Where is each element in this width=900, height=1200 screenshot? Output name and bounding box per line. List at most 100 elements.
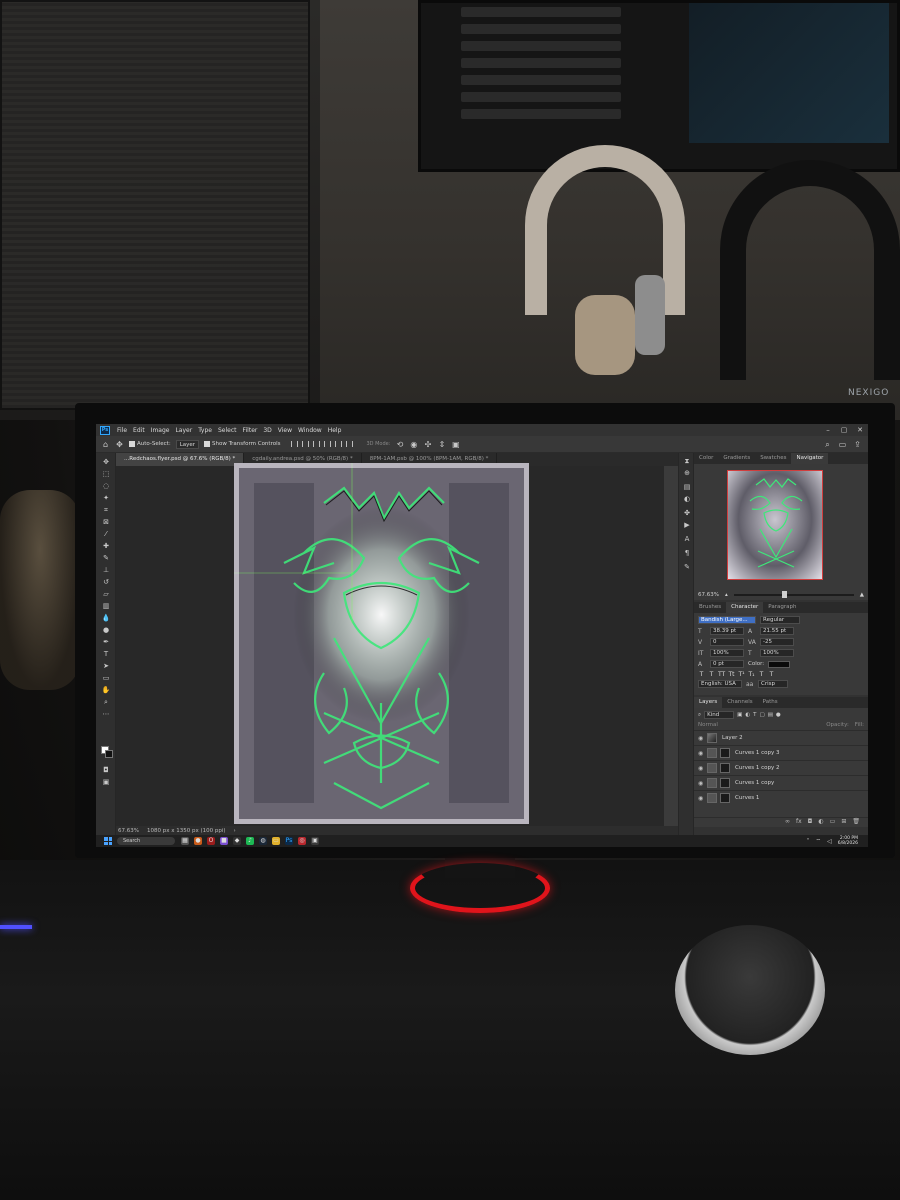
- blur-tool-icon[interactable]: 💧: [100, 613, 112, 623]
- filter-toggle-icon[interactable]: ●: [776, 712, 781, 718]
- language-field[interactable]: English: USA: [698, 680, 742, 688]
- align-left-icon[interactable]: [291, 441, 299, 447]
- delete-layer-icon[interactable]: 🗑: [852, 818, 860, 827]
- taskbar-search[interactable]: Search: [117, 837, 175, 845]
- blend-mode-dropdown[interactable]: Normal: [698, 722, 718, 728]
- menu-file[interactable]: File: [114, 427, 130, 434]
- type-tool-icon[interactable]: T: [100, 649, 112, 659]
- zoom-tool-icon[interactable]: ⌕: [100, 697, 112, 707]
- visibility-eye-icon[interactable]: ◉: [698, 750, 704, 757]
- lasso-tool-icon[interactable]: ◌: [100, 481, 112, 491]
- menu-window[interactable]: Window: [295, 427, 325, 434]
- new-layer-icon[interactable]: ⊞: [841, 818, 846, 827]
- hand-tool-icon[interactable]: ✋: [100, 685, 112, 695]
- search-icon[interactable]: ⌕: [823, 440, 832, 449]
- status-zoom[interactable]: 67.63%: [118, 828, 139, 834]
- document-artwork[interactable]: [234, 463, 529, 824]
- horizontal-scale-field[interactable]: 100%: [760, 649, 794, 657]
- properties-icon[interactable]: ⊕: [682, 469, 692, 478]
- menu-select[interactable]: Select: [215, 427, 240, 434]
- menu-filter[interactable]: Filter: [240, 427, 261, 434]
- doc-tab-active[interactable]: ...Redchaos.flyer.psd @ 67.6% (RGB/8) *: [116, 453, 245, 466]
- filter-adjustment-icon[interactable]: ◐: [745, 712, 750, 718]
- quick-mask-icon[interactable]: ◘: [100, 765, 112, 775]
- antialias-field[interactable]: Crisp: [758, 680, 788, 688]
- dodge-tool-icon[interactable]: ●: [100, 625, 112, 635]
- align-center-icon[interactable]: [302, 441, 310, 447]
- maximize-icon[interactable]: ▢: [836, 426, 852, 434]
- menu-help[interactable]: Help: [325, 427, 345, 434]
- menu-3d[interactable]: 3D: [260, 427, 274, 434]
- glyphs-icon[interactable]: A: [682, 535, 692, 544]
- tab-paragraph[interactable]: Paragraph: [763, 602, 801, 613]
- history-icon[interactable]: ⧗: [682, 457, 692, 466]
- gradient-tool-icon[interactable]: ▥: [100, 601, 112, 611]
- strikethrough-icon[interactable]: T: [768, 671, 775, 678]
- magic-wand-icon[interactable]: ✦: [100, 493, 112, 503]
- tab-gradients[interactable]: Gradients: [718, 453, 755, 464]
- navigator-preview[interactable]: [694, 464, 868, 590]
- photoshop-taskbar-icon[interactable]: Ps: [285, 837, 293, 845]
- layer-row[interactable]: ◉ Curves 1 copy 2: [694, 760, 868, 775]
- faux-bold-icon[interactable]: T: [698, 671, 705, 678]
- path-select-icon[interactable]: ➤: [100, 661, 112, 671]
- align-bottom-icon[interactable]: [346, 441, 354, 447]
- 3d-orbit-icon[interactable]: ⟲: [395, 440, 404, 449]
- windows-start-icon[interactable]: [104, 837, 112, 845]
- font-style-field[interactable]: Regular: [760, 616, 800, 624]
- tab-navigator[interactable]: Navigator: [791, 453, 829, 464]
- add-mask-icon[interactable]: ◘: [808, 818, 813, 827]
- leading-field[interactable]: 21.55 pt: [760, 627, 794, 635]
- libraries-icon[interactable]: ▤: [682, 483, 692, 492]
- actions-icon[interactable]: ▶: [682, 521, 692, 530]
- wifi-icon[interactable]: ⌔: [816, 837, 822, 845]
- healing-brush-icon[interactable]: ✚: [100, 541, 112, 551]
- app-red-icon[interactable]: ◎: [298, 837, 306, 845]
- zoom-out-icon[interactable]: ▴: [725, 592, 728, 598]
- auto-select-checkbox[interactable]: Auto-Select:: [129, 441, 171, 447]
- tab-color[interactable]: Color: [694, 453, 718, 464]
- clone-stamp-icon[interactable]: ⊥: [100, 565, 112, 575]
- 3d-roll-icon[interactable]: ◉: [409, 440, 418, 449]
- app-dark-icon[interactable]: ◆: [233, 837, 241, 845]
- screen-mode-icon[interactable]: ▣: [100, 777, 112, 787]
- 3d-slide-icon[interactable]: ⇕: [437, 440, 446, 449]
- layer-filter-dropdown[interactable]: Kind: [704, 711, 735, 719]
- app-purple-icon[interactable]: ■: [220, 837, 228, 845]
- close-icon[interactable]: ✕: [852, 426, 868, 434]
- align-middle-icon[interactable]: [335, 441, 343, 447]
- faux-italic-icon[interactable]: T: [708, 671, 715, 678]
- visibility-eye-icon[interactable]: ◉: [698, 795, 704, 802]
- shape-tool-icon[interactable]: ▭: [100, 673, 112, 683]
- zoom-in-icon[interactable]: ▲: [860, 592, 864, 598]
- volume-icon[interactable]: ◁: [827, 838, 832, 845]
- filter-pixel-icon[interactable]: ▣: [737, 712, 742, 718]
- status-arrow-icon[interactable]: ›: [234, 828, 236, 834]
- background-color-swatch[interactable]: [105, 750, 113, 758]
- firefox-icon[interactable]: ●: [194, 837, 202, 845]
- vertical-scale-field[interactable]: 100%: [710, 649, 744, 657]
- app-gray-icon[interactable]: ▣: [311, 837, 319, 845]
- auto-select-dropdown[interactable]: Layer: [175, 439, 200, 449]
- align-right-icon[interactable]: [313, 441, 321, 447]
- layer-row[interactable]: ◉ Curves 1 copy 3: [694, 745, 868, 760]
- task-view-icon[interactable]: ▦: [181, 837, 189, 845]
- marquee-tool-icon[interactable]: ⬚: [100, 469, 112, 479]
- tab-character[interactable]: Character: [726, 602, 764, 613]
- small-caps-icon[interactable]: Tt: [728, 671, 735, 678]
- adjustments-icon[interactable]: ◐: [682, 495, 692, 504]
- baseline-field[interactable]: 0 pt: [710, 660, 744, 668]
- frame-tool-icon[interactable]: ⊠: [100, 517, 112, 527]
- brush-tool-icon[interactable]: ✎: [100, 553, 112, 563]
- navigator-thumbnail[interactable]: [727, 470, 823, 580]
- taskbar-clock[interactable]: 2:00 PM 6/8/2026: [838, 836, 858, 846]
- tab-swatches[interactable]: Swatches: [755, 453, 791, 464]
- photoshop-logo-icon[interactable]: Ps: [100, 425, 110, 435]
- menu-view[interactable]: View: [275, 427, 295, 434]
- underline-icon[interactable]: T: [758, 671, 765, 678]
- tray-chevron-icon[interactable]: ˄: [807, 838, 810, 845]
- layer-row[interactable]: ◉ Curves 1: [694, 790, 868, 805]
- eraser-tool-icon[interactable]: ▱: [100, 589, 112, 599]
- 3d-pan-icon[interactable]: ✣: [423, 440, 432, 449]
- all-caps-icon[interactable]: TT: [718, 671, 725, 678]
